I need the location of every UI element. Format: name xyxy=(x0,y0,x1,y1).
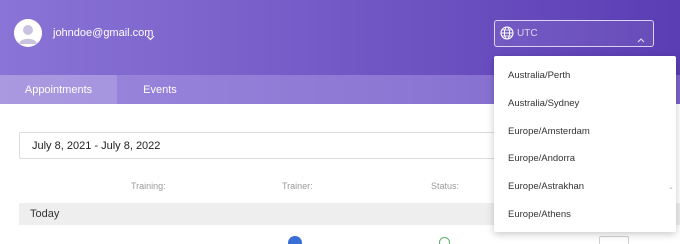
trainer-avatar xyxy=(288,236,302,244)
column-header-status: Status: xyxy=(431,181,460,191)
timezone-option[interactable]: Europe/Athens xyxy=(494,201,664,228)
chevron-up-icon xyxy=(637,30,645,48)
row-action-button[interactable] xyxy=(599,236,629,244)
timezone-value: UTC xyxy=(517,28,538,39)
table-row[interactable] xyxy=(0,236,680,244)
chevron-down-icon[interactable] xyxy=(146,28,155,46)
scroll-down-icon[interactable]: ⌄ xyxy=(668,183,674,191)
date-range-input[interactable]: July 8, 2021 - July 8, 2022 xyxy=(19,132,519,159)
timezone-option[interactable]: Europe/Andorra xyxy=(494,145,664,172)
user-silhouette-icon xyxy=(14,19,42,47)
column-header-training: Training: xyxy=(131,181,166,191)
status-check-icon xyxy=(439,237,450,244)
timezone-select[interactable]: UTC xyxy=(494,20,654,47)
timezone-dropdown: Australia/Perth Australia/Sydney Europe/… xyxy=(494,56,676,232)
user-avatar[interactable] xyxy=(14,19,42,47)
timezone-option[interactable]: Australia/Sydney xyxy=(494,90,664,117)
timezone-option[interactable]: Australia/Perth xyxy=(494,62,664,89)
tab-appointments[interactable]: Appointments xyxy=(0,75,117,104)
tab-events[interactable]: Events xyxy=(117,75,203,104)
group-label: Today xyxy=(30,208,60,220)
globe-icon xyxy=(500,26,514,45)
timezone-option[interactable]: Europe/Amsterdam xyxy=(494,118,664,145)
column-header-trainer: Trainer: xyxy=(282,181,313,191)
user-email[interactable]: johndoe@gmail.com xyxy=(53,27,153,39)
date-range-value: July 8, 2021 - July 8, 2022 xyxy=(32,140,161,152)
timezone-option[interactable]: Europe/Astrakhan xyxy=(494,173,664,200)
